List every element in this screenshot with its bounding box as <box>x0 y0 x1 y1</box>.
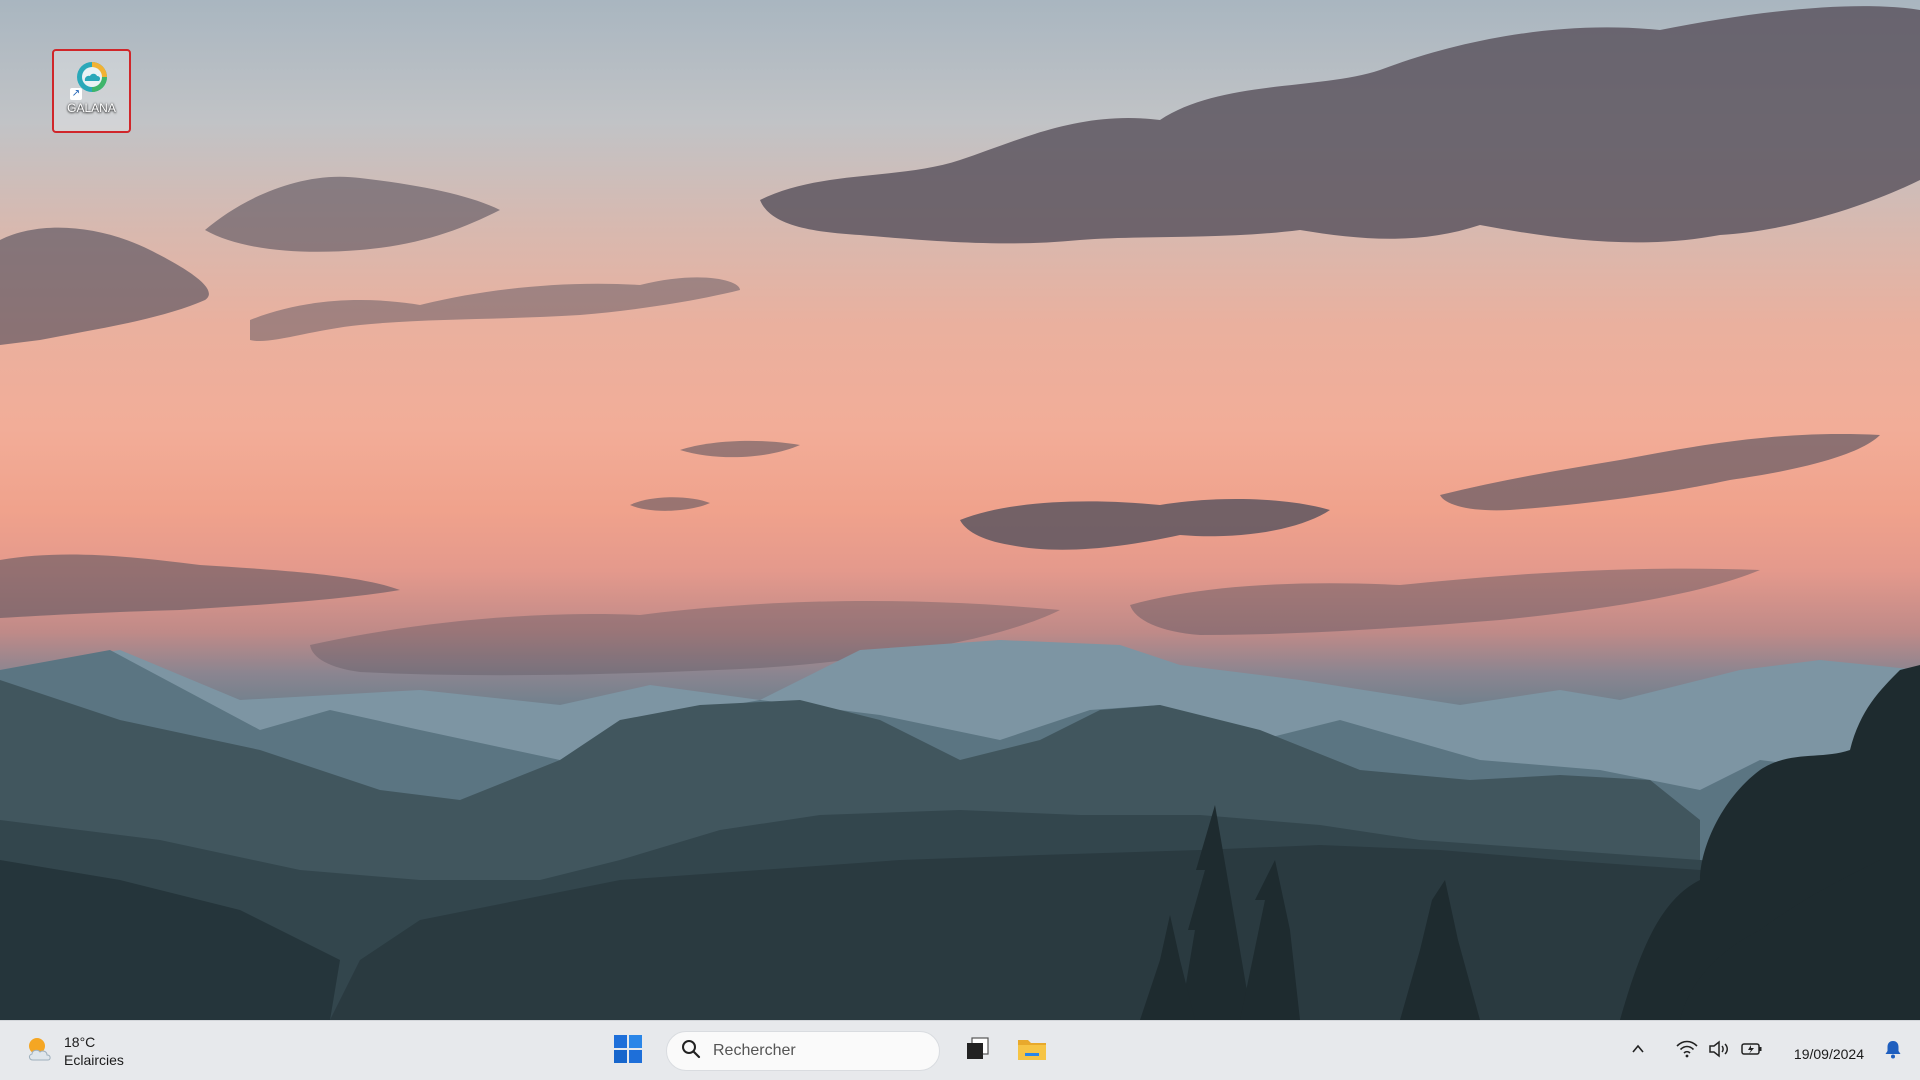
notifications-button[interactable] <box>1878 1031 1908 1071</box>
taskbar-center: Rechercher <box>606 1029 1054 1073</box>
desktop-icon-label: GALANA <box>67 101 116 115</box>
desktop-shortcut-galana[interactable]: ↗ GALANA <box>52 49 131 133</box>
weather-widget[interactable]: 18°C Eclaircies <box>24 1031 124 1071</box>
task-view-button[interactable] <box>956 1029 1000 1073</box>
quick-settings-button[interactable] <box>1676 1039 1764 1063</box>
wifi-icon <box>1676 1040 1698 1063</box>
taskbar: 18°C Eclaircies Rechercher 19/09/2024 <box>0 1020 1920 1080</box>
speaker-icon <box>1708 1039 1730 1063</box>
file-explorer-button[interactable] <box>1010 1029 1054 1073</box>
desktop[interactable]: ↗ GALANA <box>0 0 1920 1020</box>
system-tray: 19/09/2024 <box>1620 1021 1920 1080</box>
search-placeholder: Rechercher <box>713 1042 796 1059</box>
folder-icon <box>1016 1034 1048 1069</box>
search-icon <box>681 1039 701 1064</box>
start-button[interactable] <box>606 1029 650 1073</box>
taskbar-search-box[interactable]: Rechercher <box>666 1031 940 1071</box>
chevron-up-icon <box>1630 1041 1646 1062</box>
task-view-icon <box>963 1034 993 1069</box>
windows-logo-icon <box>613 1034 643 1069</box>
wallpaper-landscape <box>0 6 1920 1020</box>
bell-icon <box>1884 1039 1902 1064</box>
weather-condition: Eclaircies <box>64 1052 124 1068</box>
battery-charging-icon <box>1740 1040 1764 1063</box>
partly-sunny-icon <box>24 1033 56 1070</box>
weather-temperature: 18°C <box>64 1034 96 1050</box>
clock-date[interactable]: 19/09/2024 <box>1794 1046 1864 1062</box>
shortcut-arrow-icon: ↗ <box>70 88 82 100</box>
show-hidden-icons-button[interactable] <box>1620 1033 1656 1069</box>
